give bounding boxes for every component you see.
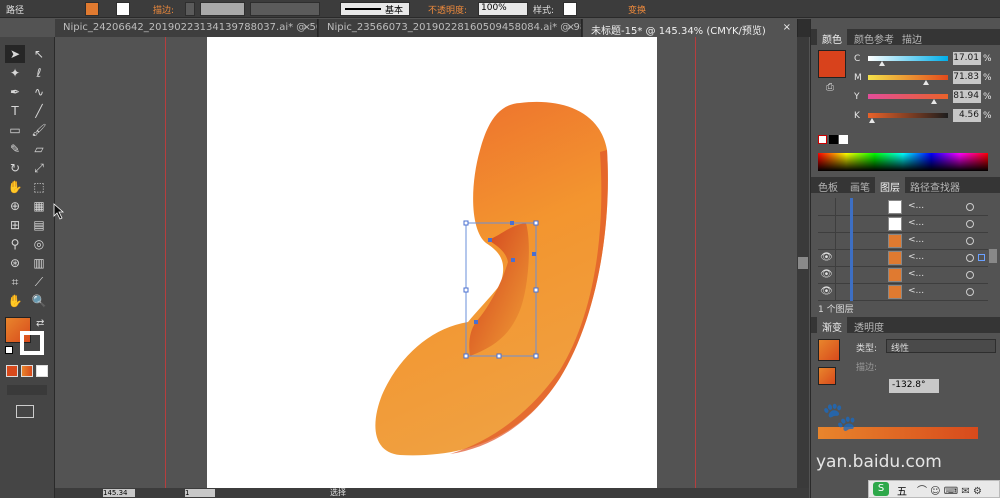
layers-scroll-thumb[interactable] (989, 249, 997, 263)
layer-thumbnail (888, 217, 902, 231)
layer-color-bar (850, 283, 853, 301)
tab-stroke[interactable]: 描边 (897, 29, 927, 46)
tab-color[interactable]: 颜色 (817, 29, 847, 46)
scroll-thumb[interactable] (798, 257, 808, 269)
layer-thumbnail (888, 234, 902, 248)
gradient-type-select[interactable]: 线性 (886, 339, 996, 354)
layer-name: <... (908, 235, 925, 245)
visibility-eye-icon[interactable]: 👁 (818, 266, 836, 284)
layer-name: <... (908, 269, 925, 279)
layer-name: <... (908, 218, 925, 228)
layer-name: <... (908, 286, 925, 296)
layer-thumbnail (888, 268, 902, 282)
layers-panel-header: 色板 画笔 图层 路径查找器 (811, 177, 1000, 194)
tab-layers[interactable]: 图层 (875, 177, 905, 194)
gradient-stroke-label: 描边: (856, 363, 878, 373)
target-circle-icon[interactable] (966, 203, 974, 211)
target-circle-icon[interactable] (966, 288, 974, 296)
baidu-paw-logo: 🐾 (822, 400, 857, 433)
visibility-eye-icon[interactable]: 👁 (818, 283, 836, 301)
layer-row[interactable]: 👁 <... (818, 266, 988, 284)
layer-color-bar (850, 249, 853, 267)
layer-color-bar (850, 266, 853, 284)
layer-name: <... (908, 201, 925, 211)
current-tool-label: 选择 (330, 488, 346, 497)
tab-color-guide[interactable]: 颜色参考 (849, 29, 899, 46)
status-bar: 145.34 1 选择 (55, 488, 809, 498)
watermark-text: yan.baidu.com (816, 452, 942, 472)
color-slider-c[interactable]: C 17.01% (811, 52, 1000, 68)
visibility-eye-icon[interactable] (818, 198, 836, 216)
layer-row[interactable]: <... (818, 198, 988, 216)
layer-color-bar (850, 198, 853, 216)
layer-name: <... (908, 252, 925, 262)
visibility-eye-icon[interactable] (818, 215, 836, 233)
layer-color-bar (850, 232, 853, 250)
tab-gradient[interactable]: 渐变 (817, 317, 847, 334)
layer-row[interactable]: 👁 <... (818, 283, 988, 301)
tab-pathfinder[interactable]: 路径查找器 (905, 177, 965, 194)
color-panel-header: 颜色 颜色参考 描边 (811, 29, 1000, 46)
layer-thumbnail (888, 251, 902, 265)
layer-row[interactable]: <... (818, 215, 988, 233)
color-slider-k[interactable]: K 4.56% (811, 109, 1000, 125)
black-swatch[interactable] (829, 135, 838, 144)
handset-body (375, 101, 608, 456)
layer-thumbnail (888, 200, 902, 214)
target-circle-icon[interactable] (966, 237, 974, 245)
layer-color-bar (850, 215, 853, 233)
gradient-panel-header: 渐变 透明度 (811, 317, 1000, 334)
white-swatch[interactable] (839, 135, 848, 144)
ime-mode-label[interactable]: 五 (897, 483, 907, 498)
layer-count: 1 个图层 (818, 305, 854, 315)
ime-tools-icon[interactable]: ⌒ ☺ ⌨ ✉ ⚙ (917, 482, 982, 497)
ime-logo-icon[interactable]: S (873, 482, 889, 496)
visibility-eye-icon[interactable] (818, 232, 836, 250)
gradient-type-label: 类型: (856, 344, 878, 354)
tab-transparency[interactable]: 透明度 (849, 317, 889, 334)
artboard-number-field[interactable]: 1 (185, 489, 215, 497)
phone-handset-artwork[interactable] (0, 0, 800, 498)
gradient-preview-swatch[interactable] (818, 339, 840, 361)
gradient-angle-field[interactable]: -132.8° (889, 379, 939, 393)
color-slider-y[interactable]: Y 81.94% (811, 90, 1000, 106)
gradient-fill-small[interactable] (818, 367, 836, 385)
layer-thumbnail (888, 285, 902, 299)
zoom-field[interactable]: 145.34 (103, 489, 135, 497)
selection-indicator[interactable] (978, 254, 985, 261)
color-spectrum-bar[interactable] (818, 153, 988, 171)
color-slider-m[interactable]: M 71.83% (811, 71, 1000, 87)
ime-toolbar[interactable]: S 五 ⌒ ☺ ⌨ ✉ ⚙ (868, 480, 1000, 498)
visibility-eye-icon[interactable]: 👁 (818, 249, 836, 267)
target-circle-icon[interactable] (966, 254, 974, 262)
none-swatch-icon[interactable] (818, 135, 827, 144)
tab-swatches[interactable]: 色板 (813, 177, 843, 194)
target-circle-icon[interactable] (966, 220, 974, 228)
layer-row[interactable]: 👁 <... (818, 249, 988, 267)
layer-row[interactable]: <... (818, 232, 988, 250)
tab-brushes[interactable]: 画笔 (845, 177, 875, 194)
mouse-cursor-icon (53, 203, 65, 220)
target-circle-icon[interactable] (966, 271, 974, 279)
